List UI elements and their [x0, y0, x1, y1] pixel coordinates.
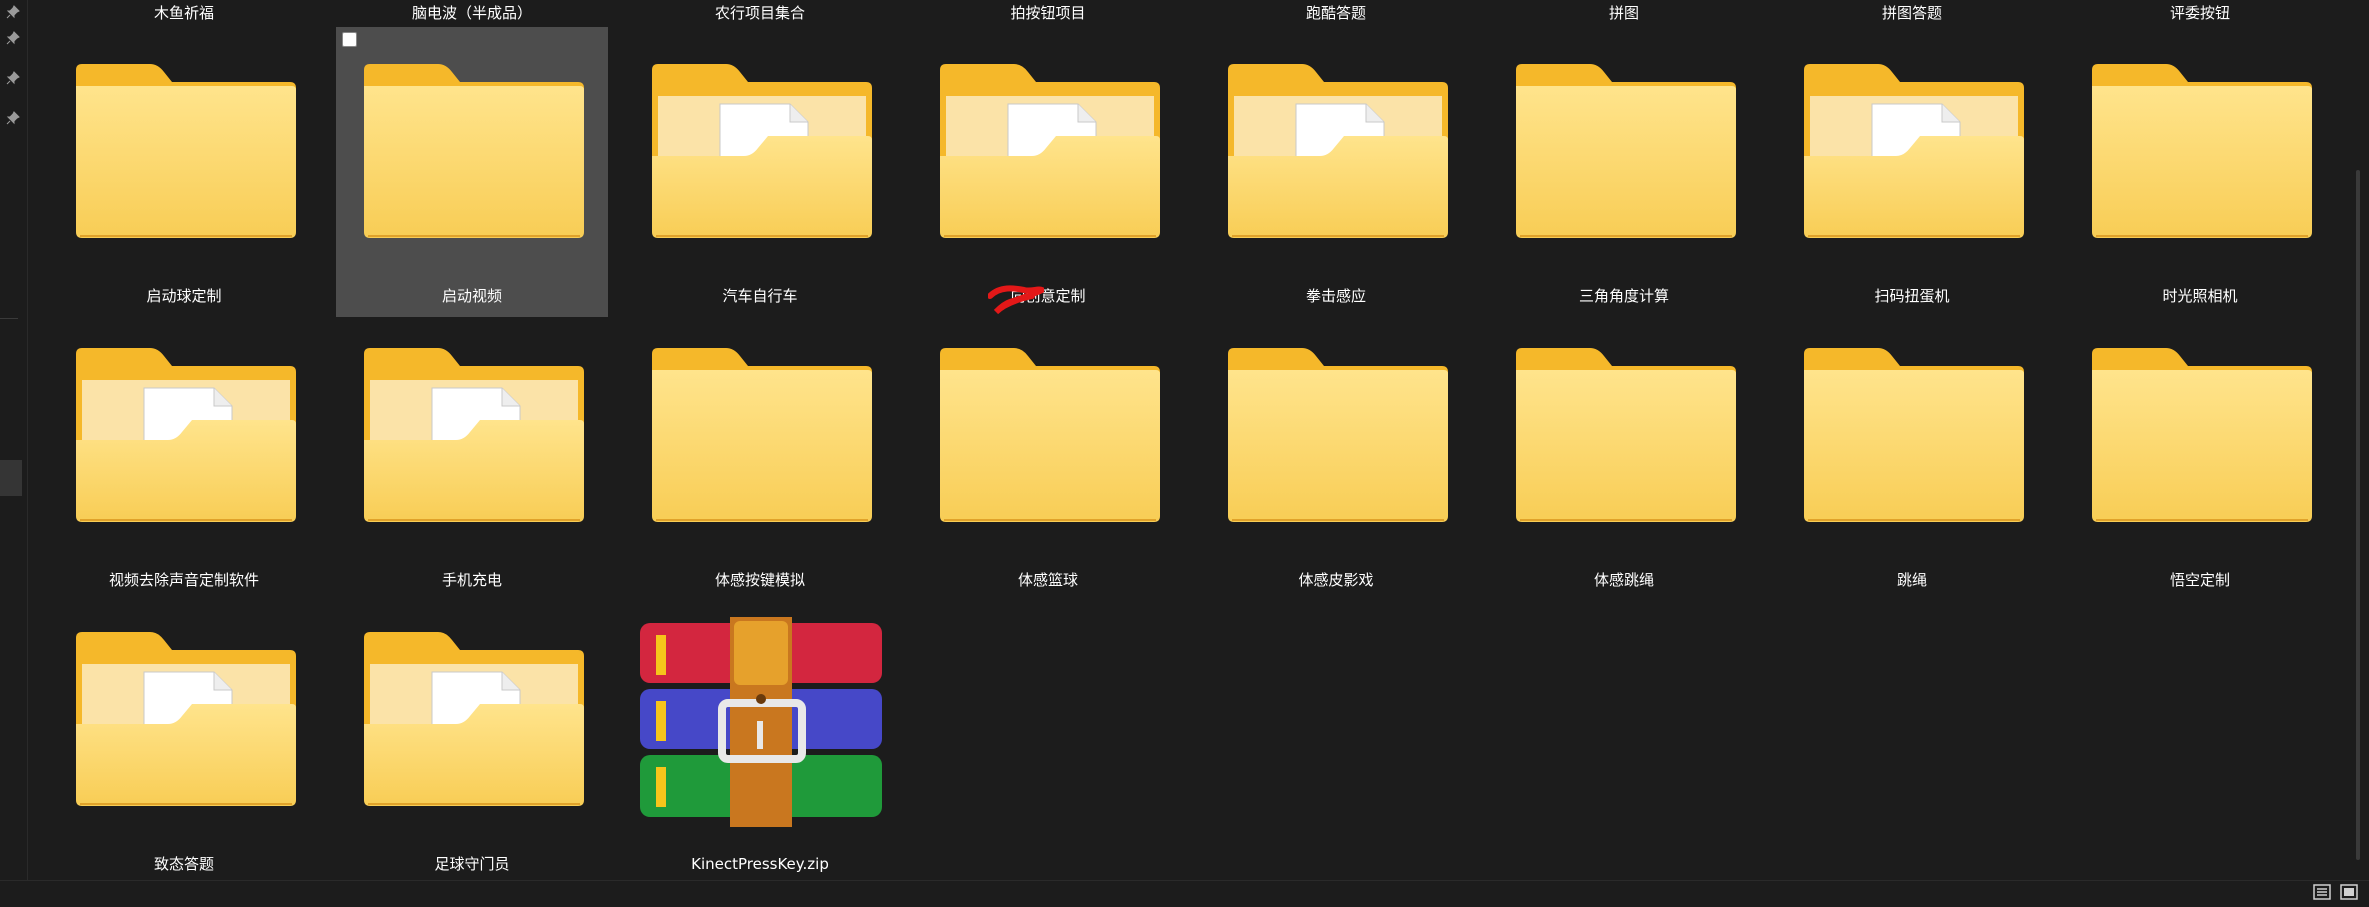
folder-item[interactable] — [1224, 344, 1452, 524]
file-label[interactable]: 脑电波（半成品） — [332, 3, 612, 23]
select-checkbox[interactable] — [342, 32, 357, 47]
folder-item[interactable] — [2088, 344, 2316, 524]
folder-label[interactable]: 手机充电 — [332, 570, 612, 590]
redaction-mark — [988, 285, 1044, 314]
folder-icon — [76, 348, 296, 522]
folder-item[interactable] — [360, 60, 588, 240]
folder-item[interactable] — [1224, 60, 1452, 240]
folder-icon — [1228, 64, 1448, 238]
folder-item[interactable] — [1512, 344, 1740, 524]
pin-icon[interactable] — [6, 30, 20, 45]
file-label[interactable]: 跑酷答题 — [1196, 3, 1476, 23]
folder-label[interactable]: 启动视频 — [332, 286, 612, 306]
file-label[interactable]: 农行项目集合 — [620, 3, 900, 23]
folder-label[interactable]: 悟空定制 — [2060, 570, 2340, 590]
navigation-pane-edge — [0, 0, 28, 906]
folder-item[interactable] — [360, 628, 588, 808]
zip-file-item[interactable] — [636, 617, 886, 831]
folder-icon — [360, 64, 584, 238]
file-label[interactable]: 评委按钮 — [2060, 3, 2340, 23]
folder-icon — [1512, 348, 1736, 522]
file-label[interactable]: 拼图 — [1484, 3, 1764, 23]
file-label[interactable]: 木鱼祈福 — [44, 3, 324, 23]
folder-icon — [1512, 64, 1736, 238]
status-bar — [0, 880, 2369, 907]
folder-item[interactable] — [2088, 60, 2316, 240]
folder-icon — [364, 632, 584, 806]
folder-icon — [940, 64, 1160, 238]
folder-label[interactable]: 时光照相机 — [2060, 286, 2340, 306]
folder-icon — [936, 348, 1160, 522]
folder-item[interactable] — [648, 344, 876, 524]
folder-item[interactable] — [1800, 344, 2028, 524]
pin-icon[interactable] — [6, 4, 20, 19]
folder-label[interactable]: 体感跳绳 — [1484, 570, 1764, 590]
folder-item[interactable] — [1800, 60, 2028, 240]
folder-icon — [76, 632, 296, 806]
folder-label[interactable]: 致态答题 — [44, 854, 324, 874]
folder-icon — [652, 64, 872, 238]
folder-item[interactable] — [648, 60, 876, 240]
folder-label[interactable]: 视频去除声音定制软件 — [44, 570, 324, 590]
folder-item[interactable] — [72, 60, 300, 240]
vertical-scrollbar[interactable] — [2356, 170, 2360, 860]
folder-icon — [1800, 348, 2024, 522]
folder-icon — [1224, 348, 1448, 522]
pin-icon[interactable] — [6, 70, 20, 85]
folder-item[interactable] — [936, 60, 1164, 240]
folder-label[interactable]: 跳绳 — [1772, 570, 2052, 590]
folder-item[interactable] — [936, 344, 1164, 524]
folder-icon — [72, 64, 296, 238]
folder-label[interactable]: 体感篮球 — [908, 570, 1188, 590]
folder-label[interactable]: 启动球定制 — [44, 286, 324, 306]
folder-label[interactable]: 三角角度计算 — [1484, 286, 1764, 306]
winrar-archive-icon — [640, 617, 882, 827]
folder-item[interactable] — [360, 344, 588, 524]
folder-label[interactable]: 扫码扭蛋机 — [1772, 286, 2052, 306]
folder-icon — [2088, 64, 2312, 238]
folder-item[interactable] — [72, 628, 300, 808]
folder-label[interactable]: 向创意定制 — [908, 286, 1188, 306]
zip-file-label[interactable]: KinectPressKey.zip — [620, 854, 900, 874]
folder-label[interactable]: 汽车自行车 — [620, 286, 900, 306]
pin-icon[interactable] — [6, 110, 20, 125]
folder-label[interactable]: 拳击感应 — [1196, 286, 1476, 306]
folder-icon — [364, 348, 584, 522]
folder-label[interactable]: 体感皮影戏 — [1196, 570, 1476, 590]
folder-label[interactable]: 足球守门员 — [332, 854, 612, 874]
folder-label[interactable]: 体感按键模拟 — [620, 570, 900, 590]
folder-item[interactable] — [72, 344, 300, 524]
tiles-view-icon[interactable] — [2339, 883, 2359, 901]
file-label[interactable]: 拼图答题 — [1772, 3, 2052, 23]
folder-icon — [648, 348, 872, 522]
folder-item[interactable] — [1512, 60, 1740, 240]
details-view-icon[interactable] — [2312, 883, 2332, 901]
folder-icon — [2088, 348, 2312, 522]
file-label[interactable]: 拍按钮项目 — [908, 3, 1188, 23]
folder-icon — [1804, 64, 2024, 238]
nav-divider — [0, 318, 18, 319]
nav-selected-item[interactable] — [0, 460, 22, 496]
